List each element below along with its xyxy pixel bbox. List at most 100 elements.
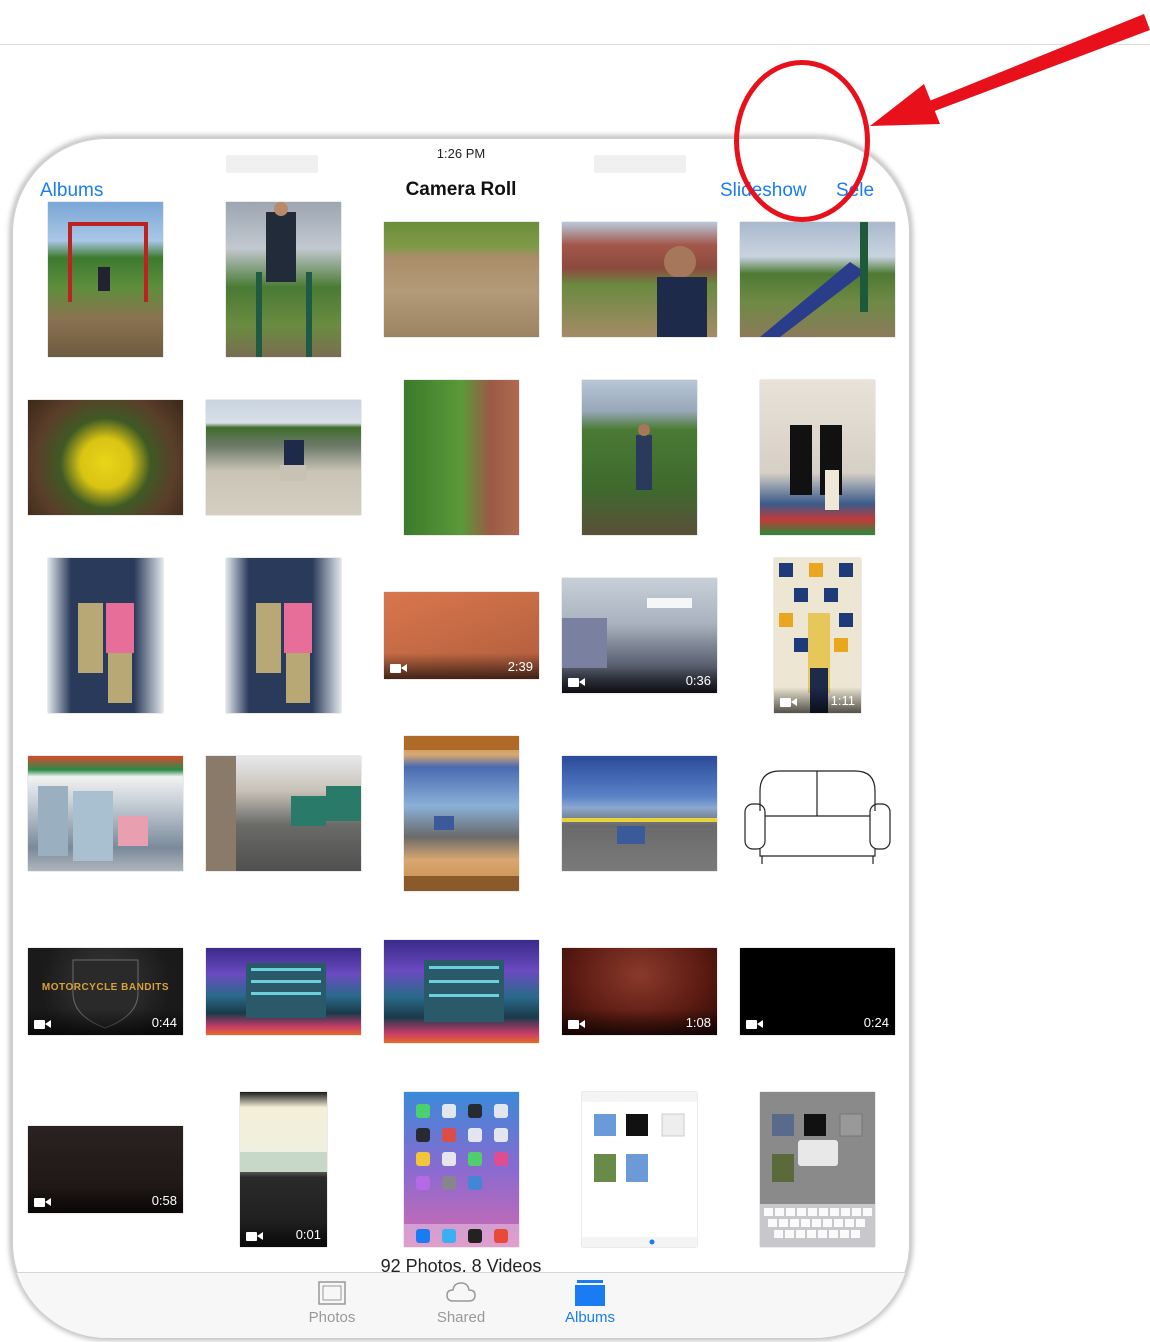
grid-cell[interactable]: 0:24 [740, 914, 895, 1069]
thumbnail[interactable]: 0:01 [240, 1092, 327, 1247]
annotation-circle [734, 60, 870, 222]
thumbnail[interactable]: 1:08 [562, 948, 717, 1035]
grid-cell[interactable]: 1:11 [740, 558, 895, 713]
video-camera-icon [34, 1198, 51, 1207]
tab-label: Photos [308, 1309, 356, 1326]
thumbnail[interactable]: 1:11 [774, 558, 861, 713]
grid-cell[interactable] [206, 558, 361, 713]
alley-image [206, 756, 361, 871]
grid-cell[interactable] [384, 202, 539, 357]
thumbnail[interactable] [384, 940, 539, 1043]
photos-icon [318, 1281, 346, 1305]
grid-cell[interactable]: 0:58 [28, 1092, 183, 1247]
video-duration: 0:58 [151, 1193, 177, 1208]
grid-cell[interactable] [206, 914, 361, 1069]
grid-cell[interactable] [562, 1092, 717, 1247]
tab-label: Albums [564, 1309, 616, 1326]
grid-cell[interactable] [562, 202, 717, 357]
thumbnail[interactable] [582, 380, 697, 535]
grid-cell[interactable] [740, 202, 895, 357]
tab-photos[interactable]: Photos [282, 1279, 382, 1326]
grid-cell[interactable] [740, 736, 895, 891]
grid-cell[interactable] [28, 558, 183, 713]
thumbnail[interactable] [740, 756, 895, 871]
grid-cell[interactable] [28, 202, 183, 357]
grid-cell[interactable] [28, 736, 183, 891]
grid-cell[interactable]: 0:01 [206, 1092, 361, 1247]
building-night-image [246, 963, 326, 1018]
grid-cell[interactable]: 1:08 [562, 914, 717, 1069]
store-front-image [38, 786, 148, 861]
grid-cell[interactable] [206, 380, 361, 535]
thumbnail[interactable]: 0:24 [740, 948, 895, 1035]
boy-smiling-image [657, 246, 707, 337]
thumbnail[interactable]: 0:58 [28, 1126, 183, 1213]
thumbnail[interactable] [404, 736, 519, 891]
boy-on-bars-image [256, 202, 312, 357]
video-camera-icon [568, 678, 585, 687]
thumbnail[interactable] [28, 400, 183, 515]
thumbnail[interactable]: 0:36 [562, 578, 717, 693]
grid-cell[interactable]: 0:36 [562, 558, 717, 713]
road-photo-image [562, 818, 717, 844]
grid-cell[interactable] [206, 202, 361, 357]
sofa-drawing-image [744, 770, 891, 864]
grid-cell[interactable]: MOTORCYCLE BANDITS 0:44 [28, 914, 183, 1069]
thumbnail[interactable] [48, 202, 163, 357]
tab-shared[interactable]: Shared [411, 1279, 511, 1326]
building-night-image [424, 960, 504, 1022]
thumbnail[interactable] [48, 558, 163, 713]
thumbnail[interactable] [740, 222, 895, 337]
ipad-albums-screen-image [582, 1092, 697, 1247]
video-duration: 2:39 [507, 659, 533, 674]
classroom-women-image [790, 425, 842, 510]
ipad-albums-dialog-image [760, 1113, 875, 1247]
grid-cell[interactable] [384, 914, 539, 1069]
grid-cell[interactable] [384, 380, 539, 535]
thumbnail[interactable] [28, 756, 183, 871]
video-duration: 1:11 [830, 693, 855, 708]
tab-bar: Photos Shared Albums [12, 1272, 910, 1338]
thumbnail[interactable] [562, 756, 717, 871]
thumbnail[interactable] [384, 222, 539, 337]
video-title-text: MOTORCYCLE BANDITS [41, 982, 170, 993]
grid-cell[interactable] [206, 736, 361, 891]
grid-cell[interactable] [384, 1092, 539, 1247]
video-camera-icon [246, 1232, 263, 1241]
swing-set-image [68, 222, 148, 302]
ipad-screen: 1:26 PM Albums Camera Roll Slideshow Sel… [12, 138, 910, 1338]
two-women-image [256, 603, 312, 703]
thumbnail[interactable] [206, 400, 361, 515]
ipad-frame: 1:26 PM Albums Camera Roll Slideshow Sel… [12, 138, 910, 1338]
thumbnail[interactable] [226, 202, 341, 357]
grid-cell[interactable] [740, 1092, 895, 1247]
tab-albums[interactable]: Albums [540, 1279, 640, 1326]
thumbnail[interactable] [760, 380, 875, 535]
grid-cell[interactable] [28, 380, 183, 535]
photo-grid: 2:39 0:36 1:11 MOTORCYCLE BANDITS 0:44 1… [28, 202, 898, 1252]
thumbnail[interactable]: MOTORCYCLE BANDITS 0:44 [28, 948, 183, 1035]
grid-cell[interactable]: 2:39 [384, 558, 539, 713]
video-duration: 1:08 [685, 1015, 711, 1030]
thumbnail[interactable] [206, 756, 361, 871]
thumbnail[interactable] [760, 1092, 875, 1247]
boy-by-tree-image [636, 424, 652, 490]
tab-label: Shared [436, 1309, 486, 1326]
ipad-home-screen-image [404, 1104, 519, 1247]
thumbnail[interactable] [404, 380, 519, 535]
cloud-icon [446, 1282, 476, 1302]
thumbnail[interactable] [226, 558, 341, 713]
two-women-image [78, 603, 134, 703]
boy-on-sidewalk-image [280, 440, 306, 481]
thumbnail[interactable] [404, 1092, 519, 1247]
app-screenshot-image [404, 736, 519, 891]
slide-image [760, 222, 868, 337]
thumbnail[interactable] [582, 1092, 697, 1247]
grid-cell[interactable] [384, 736, 539, 891]
thumbnail[interactable] [206, 948, 361, 1035]
grid-cell[interactable] [562, 380, 717, 535]
grid-cell[interactable] [562, 736, 717, 891]
thumbnail[interactable]: 2:39 [384, 592, 539, 679]
thumbnail[interactable] [562, 222, 717, 337]
grid-cell[interactable] [740, 380, 895, 535]
